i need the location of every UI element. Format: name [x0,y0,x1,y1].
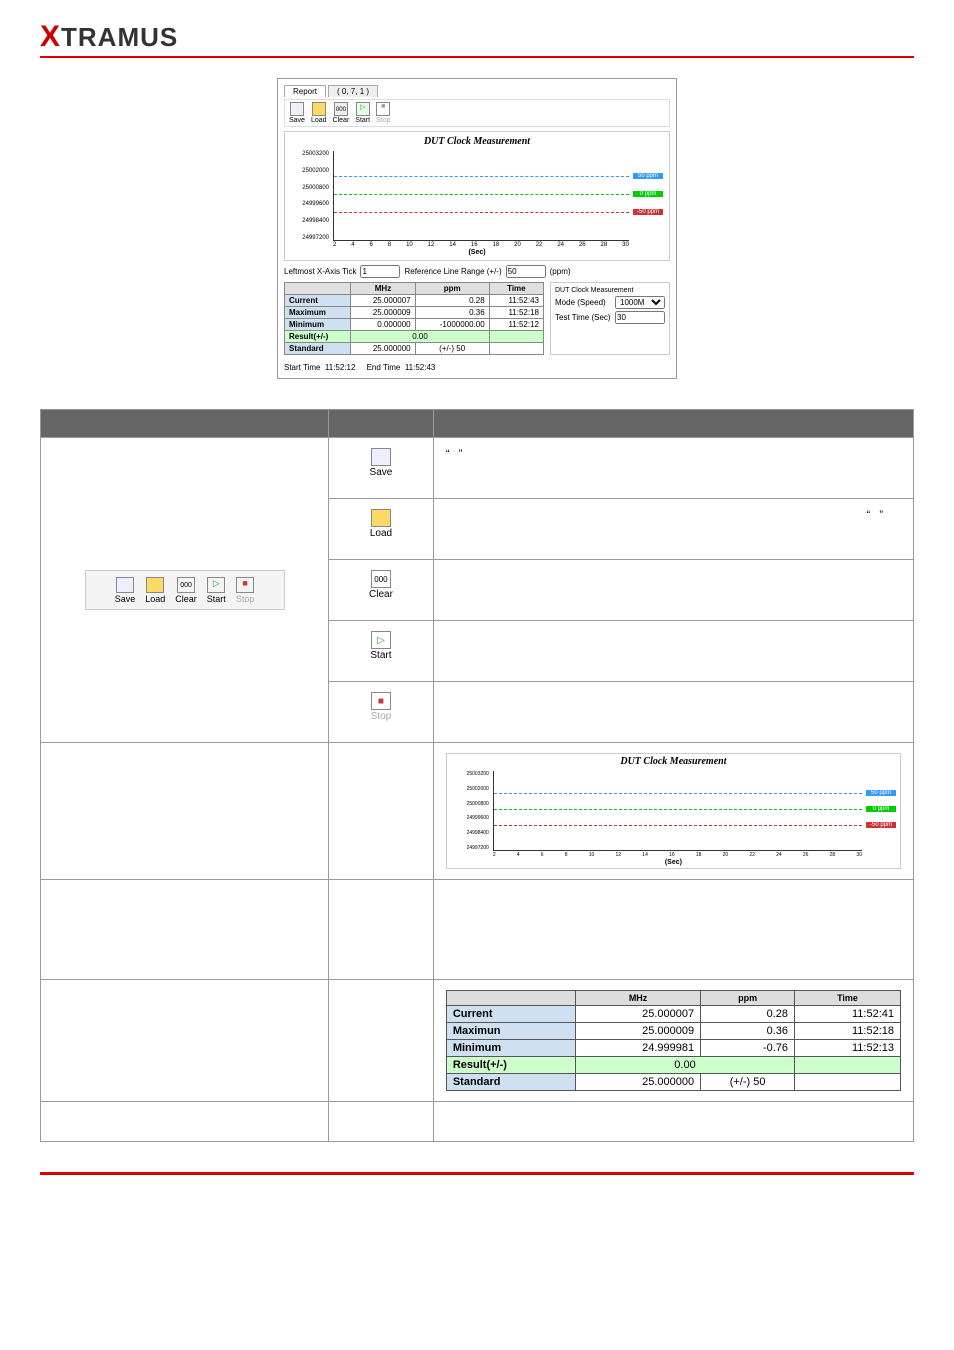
clear-icon: 000 [177,577,195,593]
load-icon [371,509,391,527]
legend-50ppm: 50 ppm [633,173,663,179]
measurement-table: MHzppmTime Current25.0000070.2811:52:43 … [284,282,544,355]
tab-coords[interactable]: ( 0, 7, 1 ) [328,85,378,97]
testtime-input[interactable] [615,311,665,324]
start-icon: ▷ [371,631,391,649]
clear-icon: 000 [334,102,348,116]
footer-rule [40,1172,914,1175]
refline-input[interactable] [506,265,546,278]
side-panel: DUT Clock Measurement Mode (Speed)1000M … [550,282,670,355]
chart-embed: DUT Clock Measurement 250032002500200025… [446,753,901,869]
load-icon [146,577,164,593]
tab-report[interactable]: Report [284,85,326,97]
chart-plot: 2500320025002000250008002499960024998400… [289,151,665,241]
header-rule [40,56,914,58]
report-window: Report ( 0, 7, 1 ) Save Load 000Clear ▷S… [277,78,677,379]
legend-neg50ppm: -50 ppm [633,209,663,215]
clear-button[interactable]: 000Clear [333,102,350,124]
start-icon: ▷ [356,102,370,116]
legend-0ppm: 0 ppm [633,191,663,197]
refline-label: Reference Line Range (+/-) [404,267,501,276]
load-icon [312,102,326,116]
toolbar-image: Save Load 000Clear ▷Start ■Stop [85,570,285,610]
save-icon [290,102,304,116]
clear-icon: 000 [371,570,391,588]
toolbar: Save Load 000Clear ▷Start ■Stop [284,99,670,127]
brand-logo: XTRAMUS [40,20,914,54]
stop-icon: ■ [371,692,391,710]
load-button[interactable]: Load [311,102,327,124]
start-icon: ▷ [207,577,225,593]
leftmost-input[interactable] [360,265,400,278]
save-icon [371,448,391,466]
leftmost-label: Leftmost X-Axis Tick [284,267,356,276]
stop-icon: ■ [376,102,390,116]
start-button[interactable]: ▷Start [355,102,370,124]
stop-button[interactable]: ■Stop [376,102,390,124]
save-button[interactable]: Save [289,102,305,124]
description-table: Save Load 000Clear ▷Start ■Stop Save “ ”… [40,409,914,1142]
chart-title: DUT Clock Measurement [289,136,665,147]
mode-select[interactable]: 1000M [615,296,665,309]
measurement-table-embed: MHzppmTime Current25.0000070.2811:52:41 … [446,990,901,1091]
save-icon [116,577,134,593]
stop-icon: ■ [236,577,254,593]
